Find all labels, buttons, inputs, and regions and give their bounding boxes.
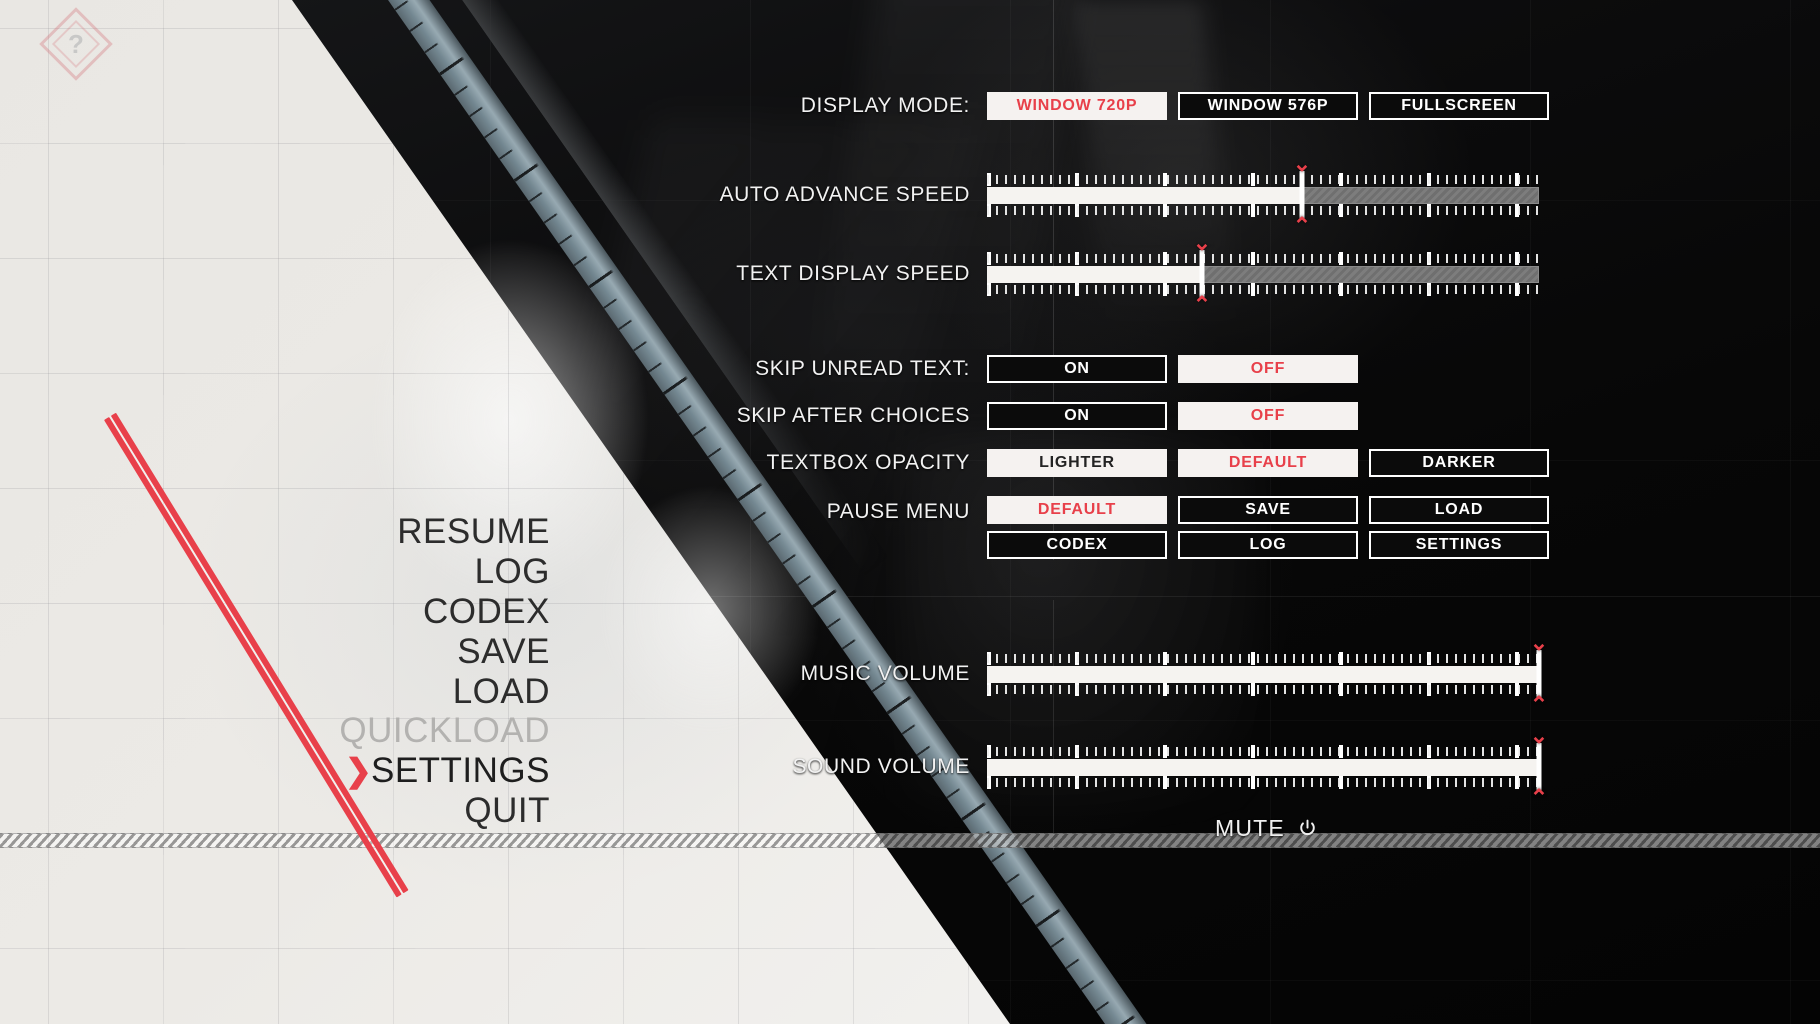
slider-knob-up-chevron-icon[interactable]: ⌄ <box>1530 632 1548 654</box>
textbox-opacity-option-default[interactable]: DEFAULT <box>1178 449 1358 477</box>
setting-row-auto-advance-speed: AUTO ADVANCE SPEED ⌄ ⌃ <box>700 153 1539 237</box>
slider-knob-line[interactable] <box>1536 743 1542 791</box>
slider-fill <box>987 759 1539 776</box>
pause-menu-option-codex[interactable]: CODEX <box>987 531 1167 559</box>
pause-menu-options: DEFAULT SAVE LOAD CODEX LOG SETTINGS <box>987 496 1549 559</box>
menu-item-label: QUIT <box>464 791 550 831</box>
menu-item-label: LOG <box>474 551 550 591</box>
slider-knob-line[interactable] <box>1199 250 1205 298</box>
menu-item-save[interactable]: ❯ SAVE <box>457 632 550 672</box>
skip-unread-text-options: ON OFF <box>987 355 1358 383</box>
pause-menu-option-log[interactable]: LOG <box>1178 531 1358 559</box>
skip-unread-text-option-on[interactable]: ON <box>987 355 1167 383</box>
slider-fill <box>987 266 1202 283</box>
setting-row-music-volume: MUSIC VOLUME ⌄ ⌃ <box>700 632 1549 716</box>
menu-item-settings[interactable]: ❯ SETTINGS <box>345 751 550 791</box>
slider-minor-ticks-top <box>987 747 1539 756</box>
menu-item-label: CODEX <box>423 591 550 631</box>
setting-row-textbox-opacity: TEXTBOX OPACITY LIGHTER DEFAULT DARKER <box>700 449 1549 477</box>
settings-panel: DISPLAY MODE: WINDOW 720P WINDOW 576P FU… <box>720 0 1820 1024</box>
pause-menu-label: PAUSE MENU <box>826 500 970 523</box>
menu-item-label: QUICKLOAD <box>339 711 550 751</box>
sound-volume-label: SOUND VOLUME <box>792 755 970 778</box>
pause-menu-list: ❯ RESUME ❯ LOG ❯ CODEX ❯ SAVE ❯ LOAD ❯ Q… <box>130 512 550 831</box>
slider-minor-ticks-bottom <box>987 285 1539 294</box>
setting-row-skip-after-choices: SKIP AFTER CHOICES ON OFF <box>700 402 1358 430</box>
slider-fill <box>987 187 1302 204</box>
slider-knob-up-chevron-icon[interactable]: ⌄ <box>1530 725 1548 747</box>
skip-after-choices-label: SKIP AFTER CHOICES <box>736 404 970 427</box>
setting-row-pause-menu: PAUSE MENU DEFAULT SAVE LOAD CODEX LOG S… <box>700 496 1549 559</box>
display-mode-option-window-720p[interactable]: WINDOW 720P <box>987 92 1167 120</box>
textbox-opacity-option-lighter[interactable]: LIGHTER <box>987 449 1167 477</box>
auto-advance-speed-label: AUTO ADVANCE SPEED <box>719 183 970 206</box>
slider-knob-down-chevron-icon[interactable]: ⌃ <box>1530 787 1548 809</box>
game-logo-icon: ? <box>39 7 113 81</box>
setting-row-display-mode: DISPLAY MODE: WINDOW 720P WINDOW 576P FU… <box>700 92 1549 120</box>
textbox-opacity-option-darker[interactable]: DARKER <box>1369 449 1549 477</box>
display-mode-option-fullscreen[interactable]: FULLSCREEN <box>1369 92 1549 120</box>
skip-after-choices-option-off[interactable]: OFF <box>1178 402 1358 430</box>
sound-volume-slider[interactable]: ⌄ ⌃ <box>987 725 1548 809</box>
menu-item-codex[interactable]: ❯ CODEX <box>423 592 550 632</box>
slider-knob-line[interactable] <box>1536 650 1542 698</box>
menu-item-label: SAVE <box>457 631 550 671</box>
settings-screen: ? ❯ RESUME ❯ LOG ❯ CODEX ❯ SAVE ❯ LOAD ❯… <box>0 0 1820 1024</box>
slider-knob-line[interactable] <box>1299 171 1305 219</box>
skip-unread-text-option-off[interactable]: OFF <box>1178 355 1358 383</box>
slider-knob-down-chevron-icon[interactable]: ⌃ <box>1530 694 1548 716</box>
skip-after-choices-options: ON OFF <box>987 402 1358 430</box>
skip-after-choices-option-on[interactable]: ON <box>987 402 1167 430</box>
pause-menu-option-default[interactable]: DEFAULT <box>987 496 1167 524</box>
slider-knob-up-chevron-icon[interactable]: ⌄ <box>1193 232 1211 254</box>
slider-minor-ticks-top <box>987 654 1539 663</box>
setting-row-skip-unread-text: SKIP UNREAD TEXT: ON OFF <box>700 355 1358 383</box>
pause-menu-options-row-1: DEFAULT SAVE LOAD <box>987 496 1549 524</box>
music-volume-label: MUSIC VOLUME <box>800 662 970 685</box>
slider-knob-up-chevron-icon[interactable]: ⌄ <box>1293 153 1311 175</box>
slider-fill <box>987 666 1539 683</box>
display-mode-option-window-576p[interactable]: WINDOW 576P <box>1178 92 1358 120</box>
mute-label: MUTE <box>1215 815 1285 841</box>
menu-item-label: SETTINGS <box>370 751 550 791</box>
menu-item-label: LOAD <box>452 671 550 711</box>
music-volume-slider[interactable]: ⌄ ⌃ <box>987 632 1548 716</box>
display-mode-options: WINDOW 720P WINDOW 576P FULLSCREEN <box>987 92 1549 120</box>
slider-minor-ticks-bottom <box>987 685 1539 694</box>
setting-row-text-display-speed: TEXT DISPLAY SPEED ⌄ ⌃ <box>700 232 1539 316</box>
display-mode-label: DISPLAY MODE: <box>800 94 970 117</box>
text-display-speed-label: TEXT DISPLAY SPEED <box>736 262 970 285</box>
menu-item-log[interactable]: ❯ LOG <box>475 552 550 592</box>
slider-knob-down-chevron-icon[interactable]: ⌃ <box>1193 294 1211 316</box>
textbox-opacity-label: TEXTBOX OPACITY <box>766 451 970 474</box>
textbox-opacity-options: LIGHTER DEFAULT DARKER <box>987 449 1549 477</box>
pause-menu-option-settings[interactable]: SETTINGS <box>1369 531 1549 559</box>
logo-question-mark: ? <box>68 29 84 59</box>
menu-item-quit[interactable]: ❯ QUIT <box>464 791 550 831</box>
text-display-speed-slider[interactable]: ⌄ ⌃ <box>987 232 1539 316</box>
pause-menu-options-row-2: CODEX LOG SETTINGS <box>987 531 1549 559</box>
slider-minor-ticks-bottom <box>987 778 1539 787</box>
menu-item-load[interactable]: ❯ LOAD <box>453 672 550 712</box>
slider-minor-ticks-bottom <box>987 206 1539 215</box>
power-icon[interactable] <box>1297 818 1318 839</box>
mute-control[interactable]: MUTE <box>1215 815 1318 842</box>
auto-advance-speed-slider[interactable]: ⌄ ⌃ <box>987 153 1539 237</box>
skip-unread-text-label: SKIP UNREAD TEXT: <box>755 357 970 380</box>
menu-selection-chevron-icon: ❯ <box>344 752 373 789</box>
slider-minor-ticks-top <box>987 254 1539 263</box>
menu-item-resume[interactable]: ❯ RESUME <box>397 512 550 552</box>
pause-menu-option-load[interactable]: LOAD <box>1369 496 1549 524</box>
pause-menu-option-save[interactable]: SAVE <box>1178 496 1358 524</box>
menu-item-quickload: ❯ QUICKLOAD <box>339 711 550 751</box>
slider-knob-down-chevron-icon[interactable]: ⌃ <box>1293 215 1311 237</box>
setting-row-sound-volume: SOUND VOLUME ⌄ ⌃ <box>700 725 1548 809</box>
menu-item-label: RESUME <box>397 512 550 551</box>
slider-minor-ticks-top <box>987 175 1539 184</box>
